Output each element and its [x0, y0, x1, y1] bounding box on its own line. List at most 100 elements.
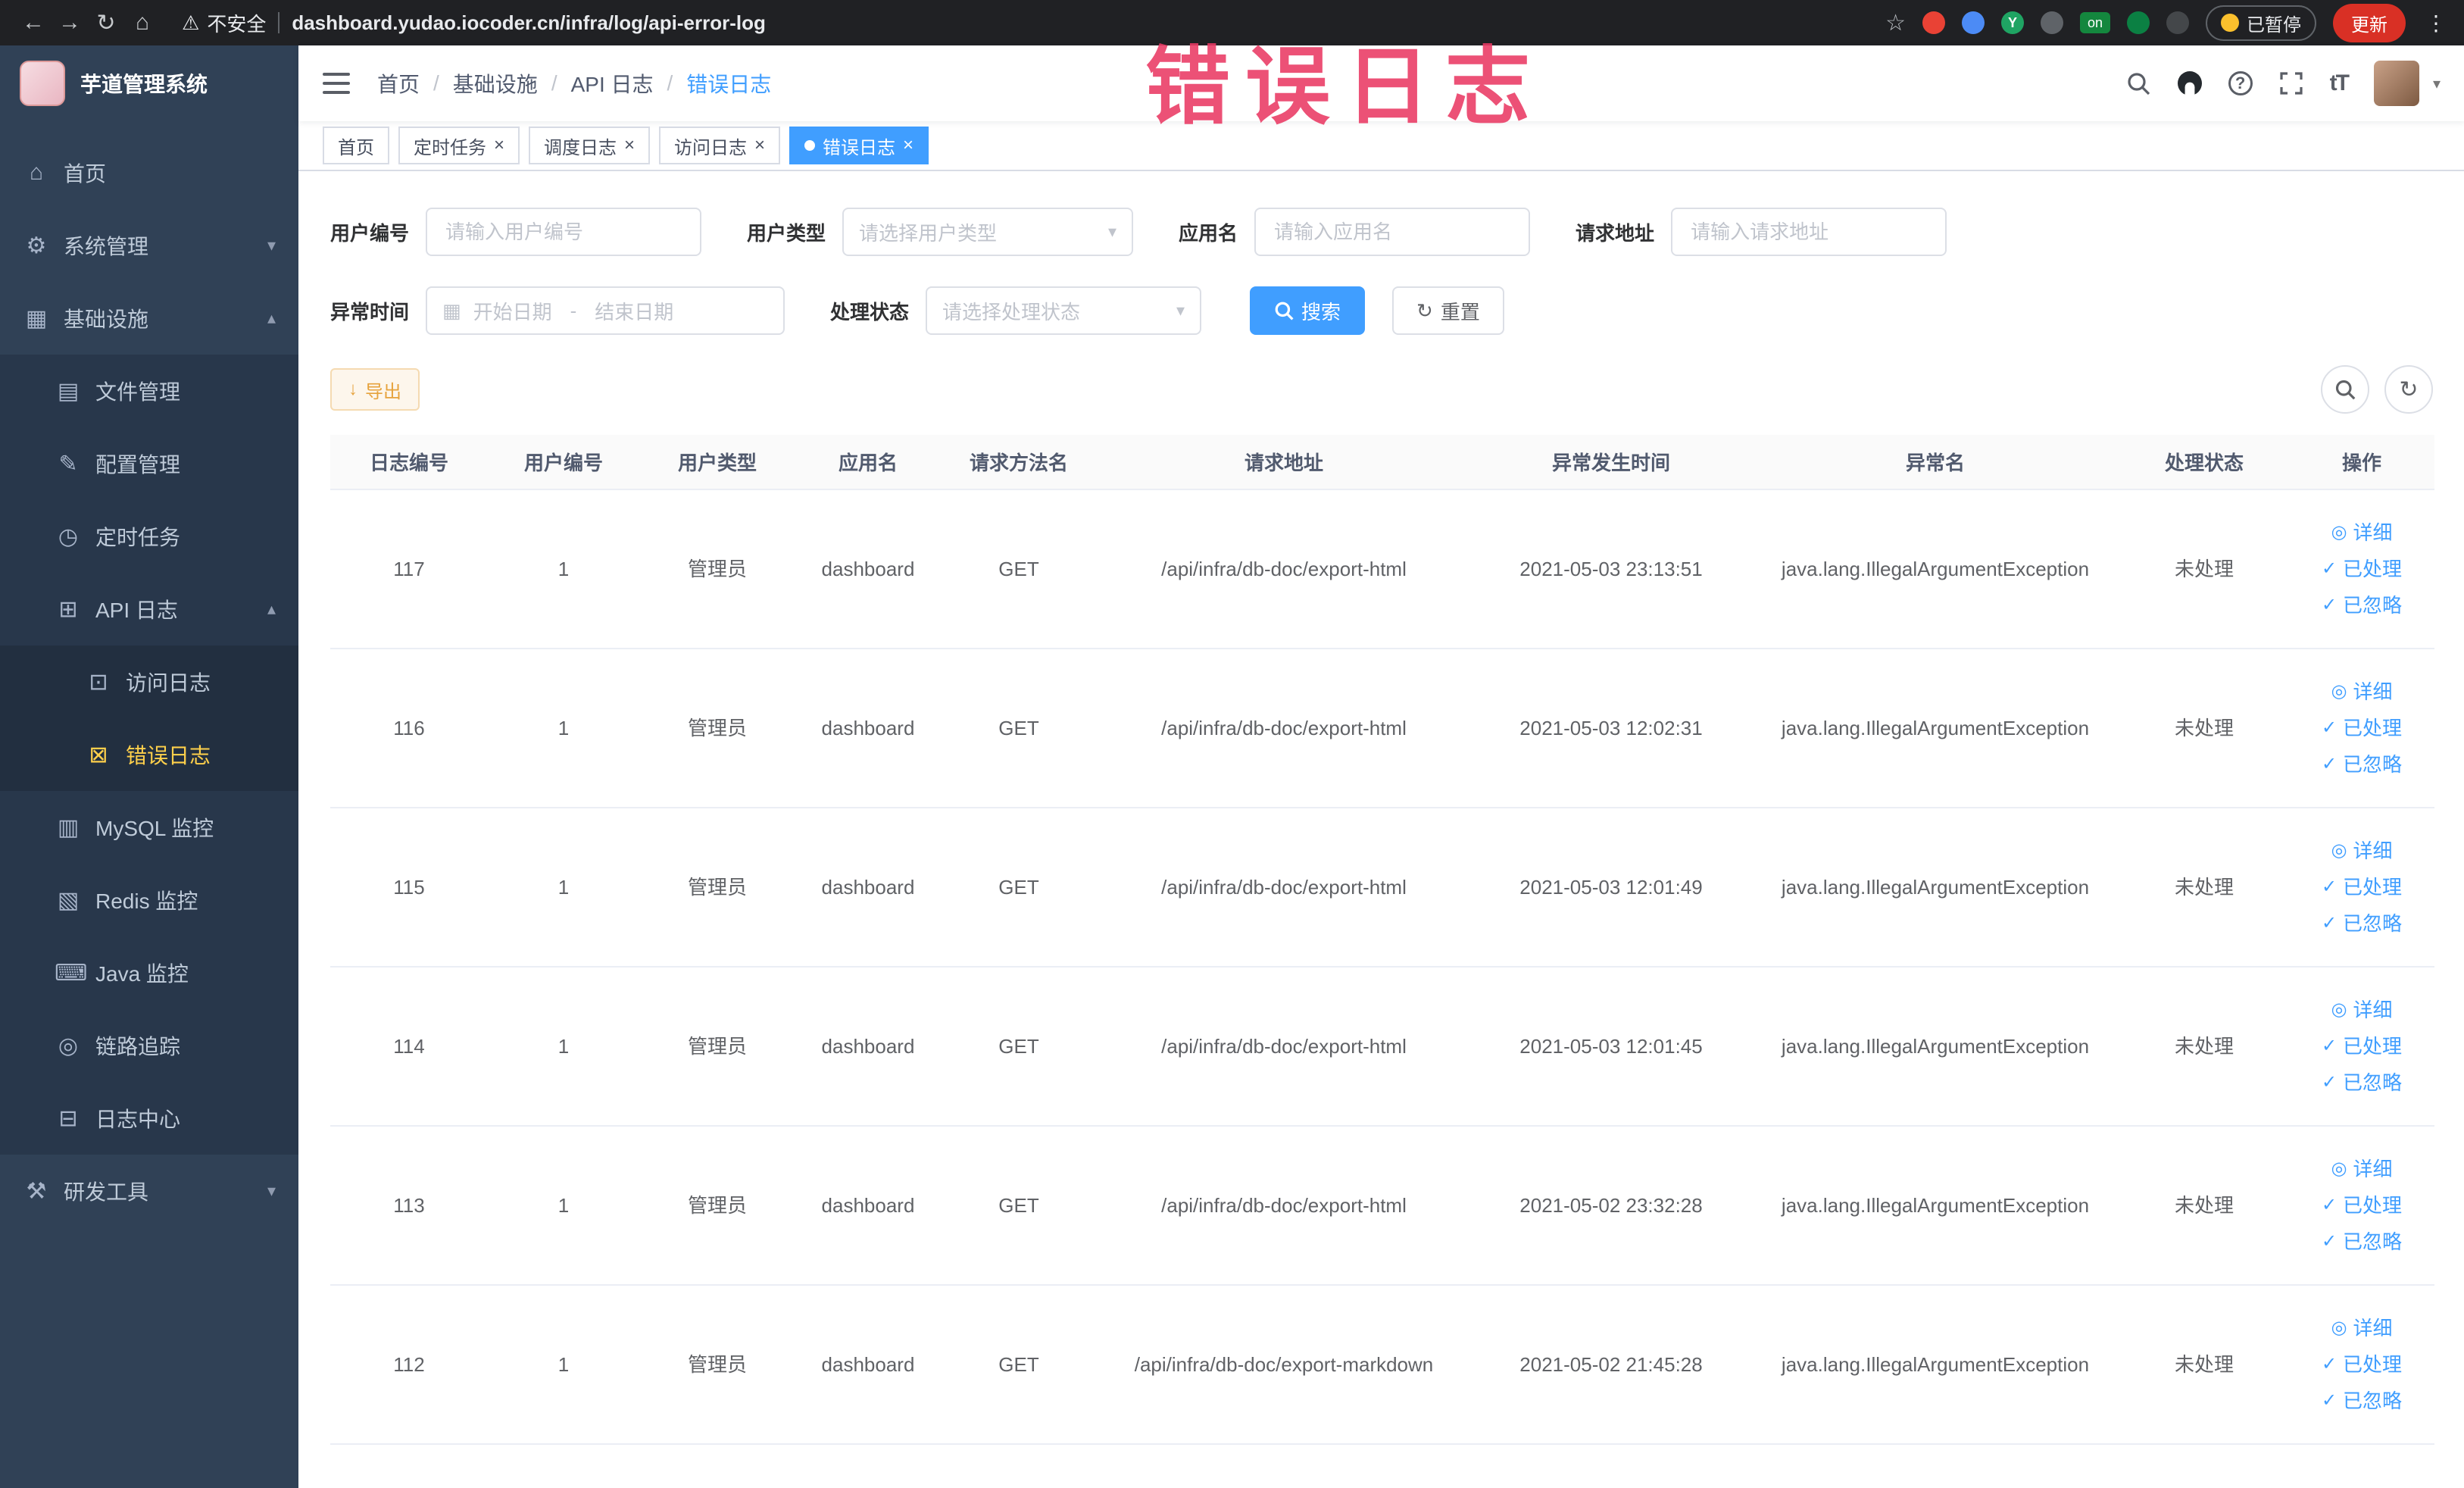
- update-browser-button[interactable]: 更新: [2333, 3, 2406, 42]
- help-icon[interactable]: ?: [2228, 71, 2253, 95]
- extension-icon[interactable]: [1962, 11, 1985, 34]
- sidebar-item-dev-tools[interactable]: ⚒ 研发工具 ▾: [0, 1155, 298, 1227]
- processed-link[interactable]: ✓ 已处理: [2295, 1187, 2428, 1224]
- request-url-input[interactable]: [1671, 208, 1947, 256]
- processed-link[interactable]: ✓ 已处理: [2295, 551, 2428, 587]
- font-size-icon[interactable]: tT: [2330, 70, 2350, 96]
- fullscreen-icon[interactable]: [2278, 70, 2304, 96]
- reload-icon[interactable]: ↻: [88, 5, 124, 41]
- tag-error-log[interactable]: 错误日志 ×: [789, 127, 929, 164]
- tag-home[interactable]: 首页: [323, 127, 389, 164]
- detail-link-label: 详细: [2353, 999, 2393, 1021]
- back-icon[interactable]: ←: [15, 5, 52, 41]
- processed-link[interactable]: ✓ 已处理: [2295, 869, 2428, 905]
- close-icon[interactable]: ×: [903, 135, 913, 156]
- ignored-link[interactable]: ✓ 已忽略: [2295, 1224, 2428, 1260]
- hide-search-button[interactable]: [2321, 365, 2369, 414]
- close-icon[interactable]: ×: [624, 135, 635, 156]
- reset-button[interactable]: ↻ 重置: [1392, 286, 1504, 335]
- user-type-select[interactable]: 请选择用户类型 ▾: [842, 208, 1134, 256]
- extension-badge[interactable]: on: [2080, 12, 2110, 33]
- search-icon[interactable]: [2125, 70, 2151, 96]
- sidebar-item-scheduled-tasks[interactable]: ◷ 定时任务: [0, 500, 298, 573]
- pencil-icon: ✎: [58, 451, 78, 477]
- sidebar-item-system-management[interactable]: ⚙ 系统管理 ▾: [0, 209, 298, 282]
- processed-link[interactable]: ✓ 已处理: [2295, 1028, 2428, 1064]
- cell-actions: ◎ 详细 ✓ 已处理 ✓ 已忽略: [2289, 1285, 2434, 1445]
- tag-schedule-log[interactable]: 调度日志 ×: [529, 127, 651, 164]
- extension-icon[interactable]: Y: [2001, 11, 2024, 34]
- ignored-link[interactable]: ✓ 已忽略: [2295, 587, 2428, 624]
- sidebar-item-api-logs[interactable]: ⊞ API 日志 ▴: [0, 573, 298, 646]
- keyboard-icon: ⌨: [55, 960, 88, 986]
- cell-exception-name: java.lang.IllegalArgumentException: [1751, 1285, 2119, 1445]
- ignored-link[interactable]: ✓ 已忽略: [2295, 905, 2428, 942]
- hamburger-icon[interactable]: [323, 73, 350, 94]
- sidebar-item-error-log[interactable]: ⊠ 错误日志: [0, 718, 298, 791]
- cell-actions: ◎ 详细 ✓ 已处理 ✓ 已忽略: [2289, 808, 2434, 968]
- paused-label: 已暂停: [2247, 14, 2301, 36]
- sidebar-item-file-management[interactable]: ▤ 文件管理: [0, 355, 298, 427]
- breadcrumb-home[interactable]: 首页: [377, 68, 420, 98]
- sidebar-item-mysql-monitor[interactable]: ▥ MySQL 监控: [0, 791, 298, 864]
- close-icon[interactable]: ×: [754, 135, 765, 156]
- sidebar-item-log-center[interactable]: ⊟ 日志中心: [0, 1082, 298, 1155]
- cell-exception-time: 2021-05-03 23:13:51: [1471, 489, 1751, 649]
- detail-link[interactable]: ◎ 详细: [2295, 674, 2428, 710]
- export-button[interactable]: ↓ 导出: [330, 368, 420, 411]
- chevron-up-icon: ▴: [267, 308, 276, 327]
- eye-icon: ◎: [2331, 999, 2347, 1020]
- ignored-link[interactable]: ✓ 已忽略: [2295, 746, 2428, 783]
- security-status[interactable]: ⚠ 不安全: [182, 9, 266, 37]
- status-select[interactable]: 请选择处理状态 ▾: [926, 286, 1202, 335]
- sidebar-item-access-log[interactable]: ⊡ 访问日志: [0, 646, 298, 718]
- detail-link[interactable]: ◎ 详细: [2295, 514, 2428, 551]
- bookmark-star-icon[interactable]: ☆: [1885, 10, 1906, 36]
- sidebar-item-config-management[interactable]: ✎ 配置管理: [0, 427, 298, 500]
- processed-link[interactable]: ✓ 已处理: [2295, 1346, 2428, 1383]
- sidebar-item-infrastructure[interactable]: ▦ 基础设施 ▴: [0, 282, 298, 355]
- extension-icon[interactable]: [2127, 11, 2150, 34]
- ignored-link[interactable]: ✓ 已忽略: [2295, 1064, 2428, 1101]
- breadcrumb-api-logs[interactable]: API 日志: [571, 68, 654, 98]
- extension-icon[interactable]: [1922, 11, 1945, 34]
- home-icon[interactable]: ⌂: [124, 5, 161, 41]
- address-bar[interactable]: ⚠ 不安全 dashboard.yudao.iocoder.cn/infra/l…: [170, 9, 1867, 37]
- detail-link[interactable]: ◎ 详细: [2295, 1151, 2428, 1187]
- date-range-picker[interactable]: ▦ 开始日期 - 结束日期: [426, 286, 785, 335]
- breadcrumb-infrastructure[interactable]: 基础设施: [453, 68, 538, 98]
- extension-icon[interactable]: [2166, 11, 2189, 34]
- sidebar-item-label: Redis 监控: [95, 889, 198, 913]
- browser-menu-icon[interactable]: ⋮: [2422, 11, 2450, 36]
- tag-access-log[interactable]: 访问日志 ×: [659, 127, 781, 164]
- github-icon[interactable]: [2177, 70, 2203, 96]
- eye-icon: ◎: [2331, 840, 2347, 861]
- processed-link[interactable]: ✓ 已处理: [2295, 710, 2428, 746]
- caret-down-icon[interactable]: ▾: [2433, 74, 2441, 93]
- detail-link[interactable]: ◎ 详细: [2295, 833, 2428, 869]
- tag-scheduled-tasks[interactable]: 定时任务 ×: [398, 127, 520, 164]
- user-avatar[interactable]: [2373, 61, 2419, 106]
- cell-actions: ◎ 详细 ✓ 已处理 ✓ 已忽略: [2289, 967, 2434, 1127]
- eye-icon: ◎: [2331, 522, 2347, 542]
- sidebar-item-home[interactable]: ⌂ 首页: [0, 136, 298, 209]
- cell-method: GET: [941, 967, 1097, 1127]
- detail-link[interactable]: ◎ 详细: [2295, 992, 2428, 1028]
- detail-link[interactable]: ◎ 详细: [2295, 1310, 2428, 1346]
- refresh-table-button[interactable]: ↻: [2384, 365, 2433, 414]
- url-text[interactable]: dashboard.yudao.iocoder.cn/infra/log/api…: [292, 11, 766, 35]
- ignored-link[interactable]: ✓ 已忽略: [2295, 1383, 2428, 1419]
- breadcrumb: 首页 / 基础设施 / API 日志 / 错误日志: [377, 68, 771, 98]
- extension-icon[interactable]: [2041, 11, 2063, 34]
- forward-icon[interactable]: →: [52, 5, 88, 41]
- paused-extension-pill[interactable]: 已暂停: [2206, 5, 2316, 41]
- tag-label: 首页: [338, 137, 374, 158]
- sidebar-item-redis-monitor[interactable]: ▧ Redis 监控: [0, 864, 298, 936]
- sidebar-item-link-tracing[interactable]: ◎ 链路追踪: [0, 1009, 298, 1082]
- app-name-input[interactable]: [1254, 208, 1531, 256]
- user-id-input[interactable]: [426, 208, 702, 256]
- search-button[interactable]: 搜索: [1250, 286, 1366, 335]
- sidebar-item-java-monitor[interactable]: ⌨ Java 监控: [0, 936, 298, 1009]
- close-icon[interactable]: ×: [494, 135, 504, 156]
- gear-icon: ⚙: [26, 233, 47, 258]
